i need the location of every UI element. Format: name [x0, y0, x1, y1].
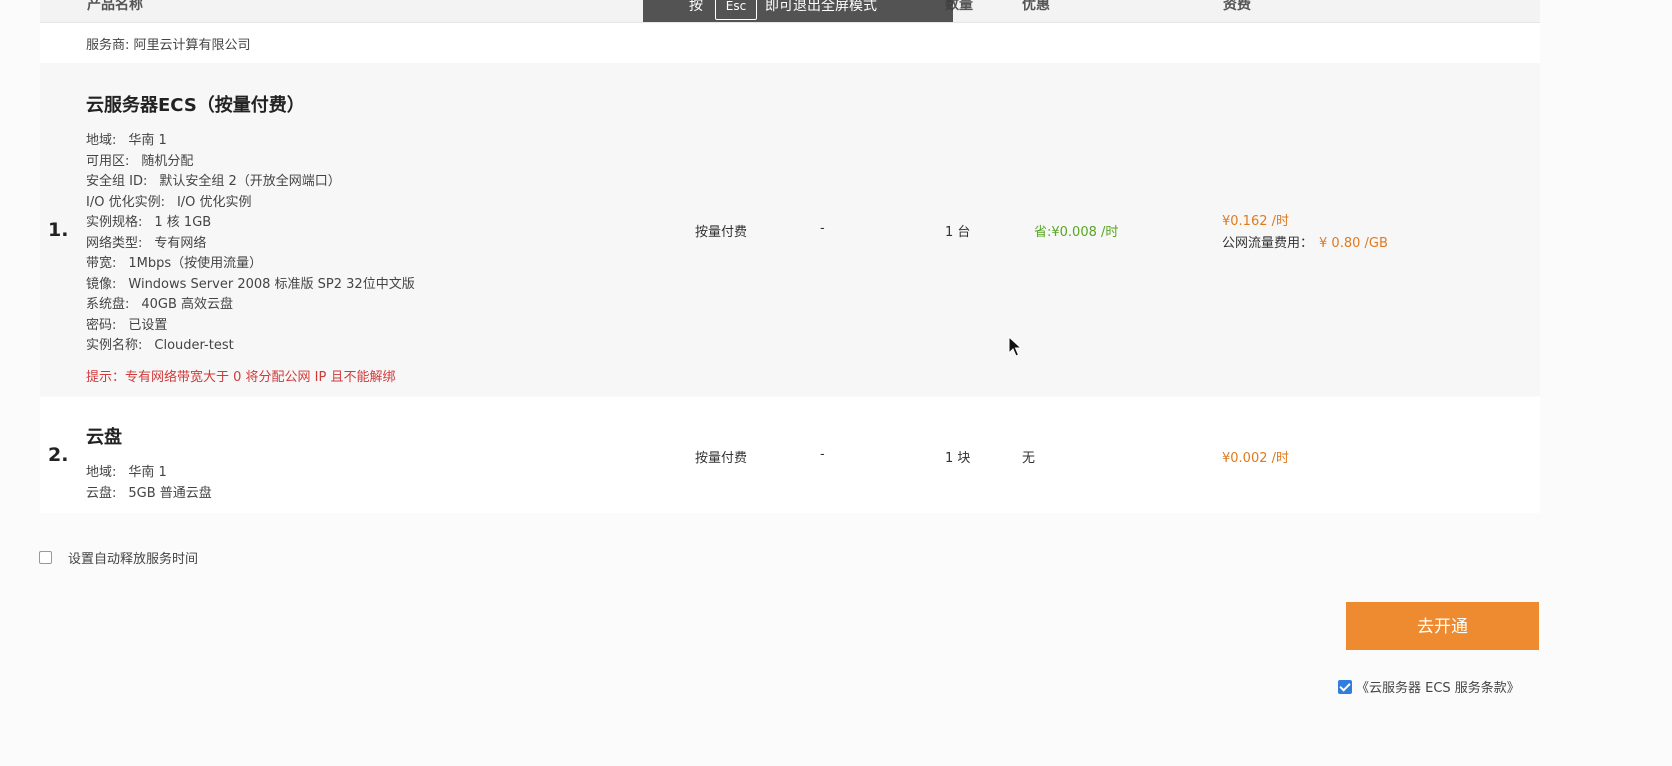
spec-disk: 云盘: 5GB 普通云盘 — [86, 484, 212, 505]
spec-value: 默认安全组 2（开放全网端口） — [159, 174, 341, 189]
spec-value: 5GB 普通云盘 — [128, 485, 212, 501]
spec-value: Clouder-test — [154, 338, 234, 353]
billing-method: 按量付费 — [695, 451, 748, 466]
spec-value: 华南 1 — [128, 465, 167, 480]
spec-key: 地域: — [86, 133, 117, 148]
spec-key: 可用区: — [86, 153, 130, 169]
discount-amount: 省:¥0.008 /时 — [1034, 225, 1119, 240]
auto-release-checkbox[interactable] — [39, 550, 52, 564]
spec-key: 密码: — [86, 317, 117, 333]
spec-password: 密码: 已设置 — [86, 316, 415, 337]
spec-zone: 可用区: 随机分配 — [86, 152, 415, 173]
row-index: 1. — [48, 219, 69, 241]
spec-key: 带宽: — [86, 256, 117, 271]
spec-region: 地域: 华南 1 — [86, 131, 415, 152]
row-index: 2. — [48, 444, 69, 466]
mouse-cursor-icon — [1008, 336, 1022, 357]
spec-key: 地域: — [86, 465, 117, 480]
product-row-disk: 2. 云盘 地域: 华南 1 云盘: 5GB 普通云盘 按量付费 - 1 块 无 ¥… — [40, 397, 1540, 513]
spec-key: 系统盘: — [86, 297, 130, 312]
spec-security-group: 安全组 ID: 默认安全组 2（开放全网端口） — [86, 172, 415, 193]
spec-network-type: 网络类型: 专有网络 — [86, 234, 415, 255]
spec-key: 云盘: — [86, 485, 117, 501]
spec-instance-name: 实例名称: Clouder-test — [86, 336, 415, 357]
tip-text: 专有网络带宽大于 0 将分配公网 IP 且不能解绑 — [125, 370, 396, 385]
spec-value: Windows Server 2008 标准版 SP2 32位中文版 — [128, 276, 415, 292]
spec-instance-type: 实例规格: 1 核 1GB — [86, 213, 415, 234]
auto-release-option[interactable]: 设置自动释放服务时间 — [39, 549, 199, 567]
esc-key-badge: Esc — [715, 0, 757, 20]
spec-list: 地域: 华南 1 可用区: 随机分配 安全组 ID: 默认安全组 2（开放全网端口） … — [86, 131, 415, 357]
product-title: 云服务器ECS（按量付费） — [86, 95, 305, 116]
auto-release-label: 设置自动释放服务时间 — [68, 551, 199, 567]
spec-list: 地域: 华南 1 云盘: 5GB 普通云盘 — [86, 463, 212, 504]
traffic-fee: 公网流量费用： ¥ 0.80 /GB — [1222, 232, 1388, 251]
spec-key: 安全组 ID: — [86, 174, 148, 189]
spec-key: 镜像: — [86, 276, 117, 292]
tip-label: 提示： — [86, 370, 126, 385]
purchase-period: - — [820, 221, 825, 236]
spec-system-disk: 系统盘: 40GB 高效云盘 — [86, 295, 415, 316]
spec-image: 镜像: Windows Server 2008 标准版 SP2 32位中文版 — [86, 275, 415, 296]
billing-method: 按量付费 — [695, 225, 748, 240]
product-row-ecs: 1. 云服务器ECS（按量付费） 地域: 华南 1 可用区: 随机分配 安全组 ID… — [40, 63, 1540, 396]
quantity: 1 台 — [945, 225, 971, 240]
spec-value: 华南 1 — [128, 133, 167, 148]
bandwidth-tip: 提示：专有网络带宽大于 0 将分配公网 IP 且不能解绑 — [86, 366, 396, 385]
hint-suffix: 即可退出全屏模式 — [765, 0, 877, 14]
spec-key: 实例名称: — [86, 338, 143, 353]
product-title: 云盘 — [86, 427, 122, 448]
fee-amount: ¥0.002 /时 — [1222, 451, 1289, 466]
header-product: 产品名称 — [87, 0, 143, 13]
hint-prefix: 按 — [689, 0, 703, 14]
provider-label: 服务商: 阿里云计算有限公司 — [86, 38, 251, 53]
traffic-fee-value: ¥ 0.80 /GB — [1319, 236, 1388, 251]
spec-value: 专有网络 — [154, 235, 207, 251]
discount-amount: 无 — [1022, 451, 1036, 466]
terms-link[interactable]: 《云服务器 ECS 服务条款》 — [1356, 677, 1520, 696]
spec-value: I/O 优化实例 — [176, 194, 252, 210]
fee-amount: ¥0.162 /时 — [1222, 214, 1289, 229]
spec-value: 已设置 — [128, 317, 168, 333]
spec-region: 地域: 华南 1 — [86, 463, 212, 484]
provider-row: 服务商: 阿里云计算有限公司 — [40, 23, 1540, 63]
traffic-fee-label: 公网流量费用： — [1222, 236, 1314, 251]
spec-key: I/O 优化实例: — [86, 194, 165, 210]
activate-button[interactable]: 去开通 — [1346, 602, 1539, 650]
spec-value: 40GB 高效云盘 — [141, 297, 234, 312]
header-discount: 优惠 — [1022, 0, 1050, 13]
spec-value: 随机分配 — [141, 153, 194, 169]
spec-value: 1Mbps（按使用流量） — [128, 256, 263, 271]
spec-value: 1 核 1GB — [154, 215, 212, 230]
spec-key: 网络类型: — [86, 235, 143, 251]
purchase-period: - — [820, 447, 825, 462]
spec-key: 实例规格: — [86, 215, 143, 230]
spec-io-optimized: I/O 优化实例: I/O 优化实例 — [86, 193, 415, 214]
terms-checkbox[interactable] — [1338, 679, 1352, 694]
order-confirm-page: 产品名称 数量 优惠 资费 按 Esc 即可退出全屏模式 服务商: 阿里云计算有… — [0, 0, 1672, 766]
terms-agreement[interactable]: 《云服务器 ECS 服务条款》 — [1338, 677, 1520, 696]
quantity: 1 块 — [945, 451, 971, 466]
spec-bandwidth: 带宽: 1Mbps（按使用流量） — [86, 254, 415, 275]
fullscreen-exit-hint: 按 Esc 即可退出全屏模式 — [643, 0, 953, 22]
header-fee: 资费 — [1223, 0, 1251, 13]
